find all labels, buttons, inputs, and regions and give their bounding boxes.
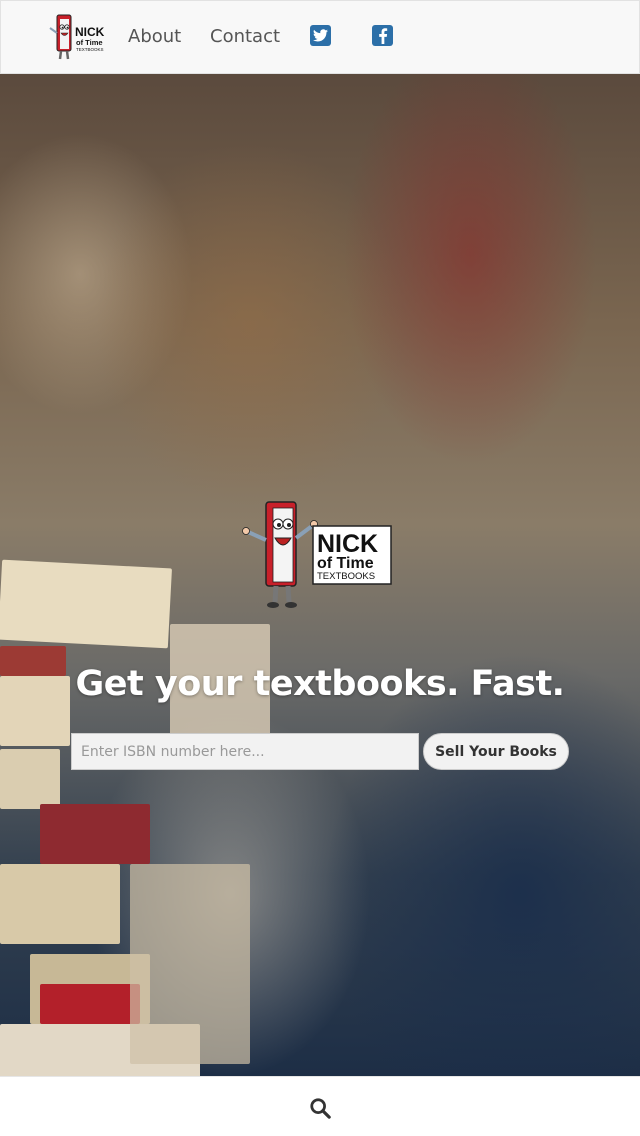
bottom-bar (0, 1076, 640, 1136)
facebook-icon[interactable] (372, 25, 393, 46)
book-stack-decoration (0, 559, 270, 1076)
navbar: NICK of Time TEXTBOOKS About Contact (0, 0, 640, 74)
twitter-icon[interactable] (310, 25, 331, 46)
sell-your-books-button[interactable]: Sell Your Books (423, 733, 569, 770)
nav-link-about[interactable]: About (128, 25, 181, 49)
svg-text:NICK: NICK (317, 530, 378, 558)
isbn-input[interactable] (71, 733, 419, 770)
hero-logo: NICK of Time TEXTBOOKS (242, 501, 392, 608)
svg-text:of Time: of Time (317, 555, 374, 572)
hero-section: NICK of Time TEXTBOOKS Get your textbook… (0, 74, 640, 1076)
hero-headline: Get your textbooks. Fast. (75, 664, 565, 704)
svg-text:of Time: of Time (76, 38, 103, 47)
search-icon[interactable] (309, 1097, 331, 1119)
svg-text:TEXTBOOKS: TEXTBOOKS (317, 571, 375, 582)
svg-text:TEXTBOOKS: TEXTBOOKS (76, 47, 104, 52)
nav-link-contact[interactable]: Contact (210, 25, 280, 49)
svg-text:NICK: NICK (75, 25, 105, 39)
nick-of-time-logo[interactable]: NICK of Time TEXTBOOKS (47, 13, 111, 63)
